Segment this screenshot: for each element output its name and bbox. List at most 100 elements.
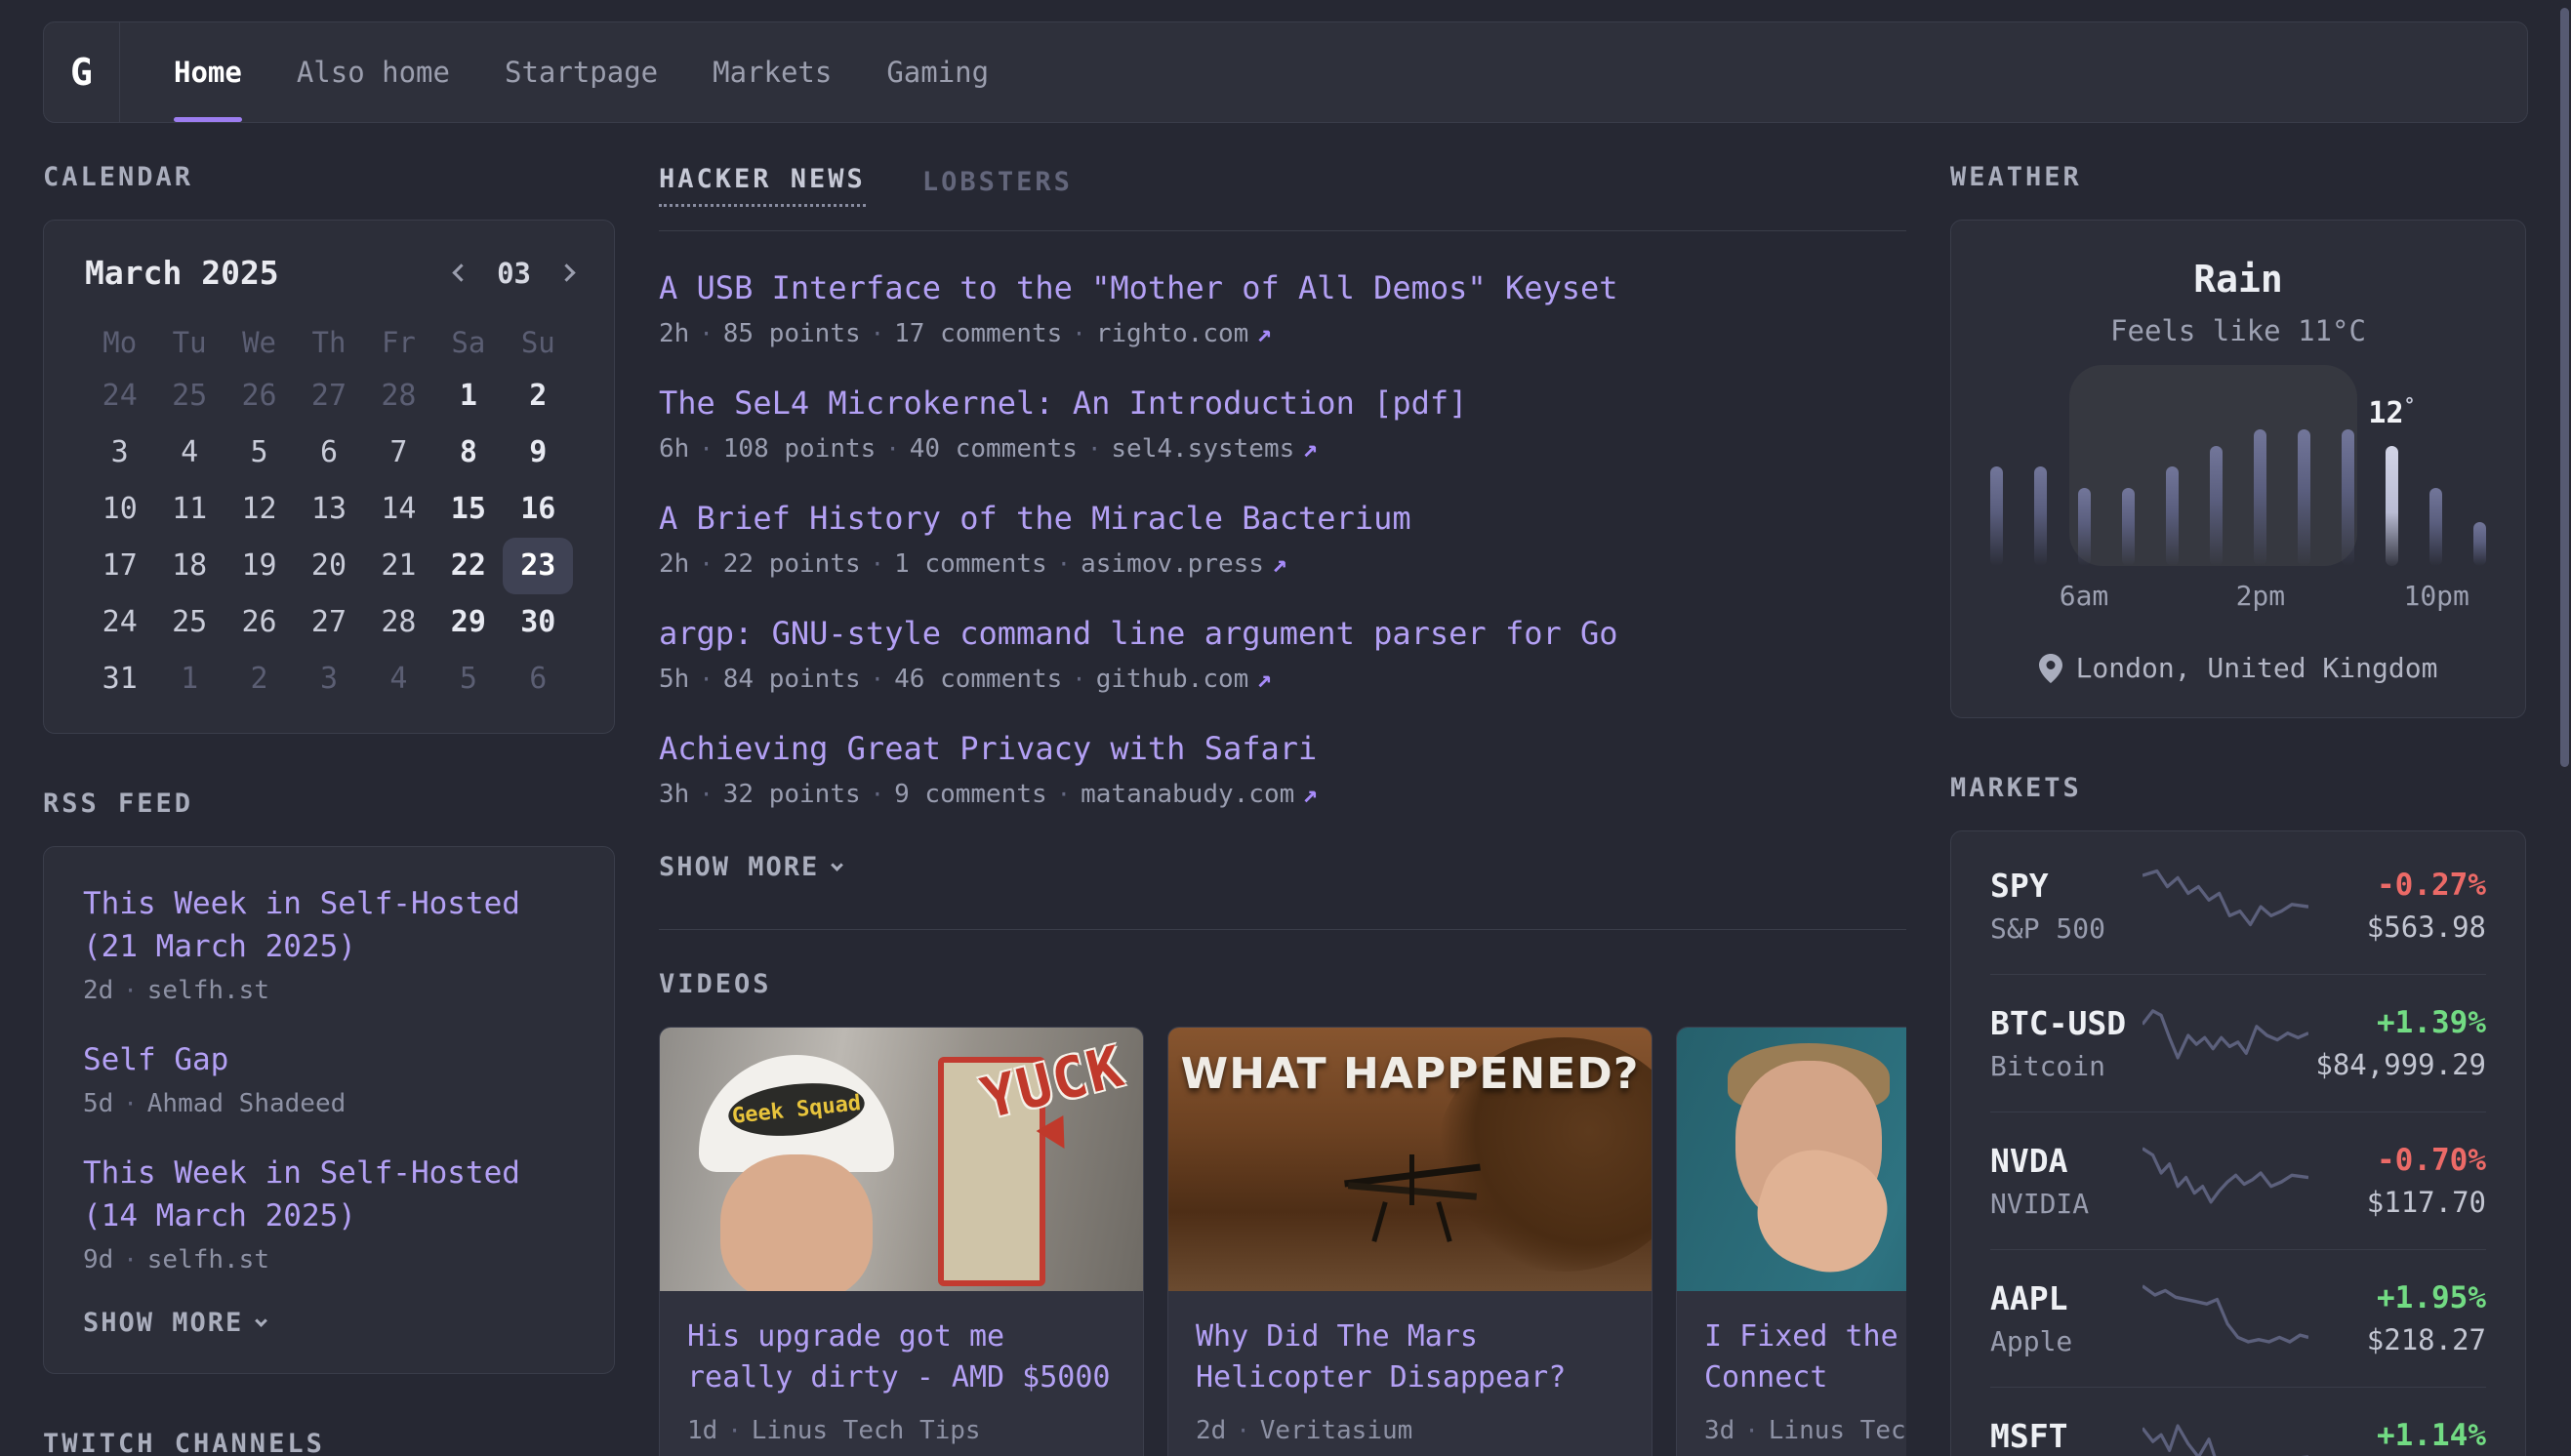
calendar-day: 6 (504, 651, 573, 708)
nav-tab-startpage[interactable]: Startpage (505, 22, 658, 122)
external-link-icon[interactable]: ↗ (1294, 434, 1318, 464)
news-show-more-button[interactable]: SHOW MORE (659, 852, 841, 882)
news-item: argp: GNU-style command line argument pa… (659, 612, 1906, 694)
comments-link[interactable]: 17 comments (894, 319, 1062, 348)
news-list: A USB Interface to the "Mother of All De… (659, 231, 1906, 882)
time-label: 2pm (2236, 580, 2286, 612)
rss-widget: RSS FEED This Week in Self-Hosted (21 Ma… (43, 789, 615, 1374)
rss-item-meta: 5d·Ahmad Shadeed (83, 1089, 575, 1118)
calendar-day: 15 (433, 481, 503, 538)
external-link-icon[interactable]: ↗ (1294, 780, 1318, 809)
rss-show-more-button[interactable]: SHOW MORE (83, 1308, 265, 1338)
channel-link[interactable]: Linus Tech Tips (1769, 1416, 1906, 1445)
calendar-day: 26 (224, 594, 294, 651)
tab-lobsters[interactable]: LOBSTERS (922, 167, 1073, 207)
market-row[interactable]: NVDANVIDIA -0.70%$117.70 (1990, 1112, 2486, 1250)
calendar-day: 30 (504, 594, 573, 651)
video-meta: 3d·Linus Tech Tips (1704, 1416, 1906, 1445)
separator-dot: · (1734, 1417, 1768, 1444)
market-symbol: MSFT (1990, 1417, 2142, 1455)
domain-link[interactable]: asimov.press (1081, 549, 1264, 579)
calendar-day: 24 (85, 368, 154, 425)
calendar-prev-icon[interactable] (452, 263, 469, 281)
calendar-day: 29 (433, 594, 503, 651)
calendar-day: 16 (504, 481, 573, 538)
market-price: $563.98 (2308, 910, 2486, 944)
comments-link[interactable]: 9 comments (894, 780, 1047, 809)
news-item-link[interactable]: Achieving Great Privacy with Safari (659, 727, 1906, 770)
external-link-icon[interactable]: ↗ (1248, 665, 1272, 694)
rss-item: Self Gap 5d·Ahmad Shadeed (83, 1038, 575, 1118)
divider (659, 929, 1906, 930)
calendar-next-icon[interactable] (557, 263, 575, 281)
calendar-day: 6 (294, 425, 363, 481)
separator-dot: · (861, 781, 894, 808)
separator-dot: · (689, 320, 722, 347)
domain-link[interactable]: github.com (1096, 665, 1249, 694)
weekday-label: Su (504, 317, 573, 368)
tab-hacker-news[interactable]: HACKER NEWS (659, 164, 866, 207)
market-name: Apple (1990, 1325, 2142, 1357)
domain-link[interactable]: righto.com (1096, 319, 1249, 348)
calendar-day: 3 (85, 425, 154, 481)
nav-tab-also-home[interactable]: Also home (297, 22, 450, 122)
comments-link[interactable]: 46 comments (894, 665, 1062, 694)
market-row[interactable]: MSFTMicrosoft +1.14%$391.26 (1990, 1388, 2486, 1456)
video-title-link[interactable]: His upgrade got me really dirty - AMD $5… (687, 1316, 1116, 1398)
external-link-icon[interactable]: ↗ (1248, 319, 1272, 348)
separator-dot: · (876, 435, 909, 463)
video-card[interactable]: Geek Squad YUCK His upgrade got me reall… (659, 1027, 1144, 1456)
separator-dot: · (1078, 435, 1111, 463)
rss-item-link[interactable]: Self Gap (83, 1038, 575, 1081)
news-item-meta: 6h·108 points·40 comments·sel4.systems↗ (659, 434, 1906, 464)
news-item-link[interactable]: A USB Interface to the "Mother of All De… (659, 266, 1906, 309)
domain-link[interactable]: matanabudy.com (1081, 780, 1294, 809)
separator-dot: · (861, 550, 894, 578)
video-title-link[interactable]: Why Did The Mars Helicopter Disappear? (1196, 1316, 1624, 1398)
rss-item-link[interactable]: This Week in Self-Hosted (21 March 2025) (83, 882, 575, 968)
nav-tab-home[interactable]: Home (174, 22, 242, 122)
calendar-day: 26 (224, 368, 294, 425)
domain-link[interactable]: sel4.systems (1111, 434, 1294, 464)
market-name: Bitcoin (1990, 1050, 2142, 1082)
page-scrollbar-thumb[interactable] (2560, 8, 2569, 767)
calendar-widget: CALENDAR March 2025 03 Mo Tu We (43, 162, 615, 734)
weather-bar (2254, 429, 2266, 566)
videos-carousel: Geek Squad YUCK His upgrade got me reall… (659, 1027, 1906, 1456)
weather-time-axis: 6am 2pm 10pm (1990, 580, 2486, 619)
separator-dot: · (113, 977, 146, 1004)
video-thumbnail[interactable] (1677, 1028, 1906, 1291)
calendar-month-number: 03 (497, 257, 531, 290)
channel-link[interactable]: Veritasium (1260, 1416, 1413, 1445)
external-link-icon[interactable]: ↗ (1264, 549, 1287, 579)
market-symbol: SPY (1990, 867, 2142, 905)
market-price: $117.70 (2308, 1186, 2486, 1219)
sparkline-chart (2142, 1279, 2308, 1357)
video-card[interactable]: I Fixed the 5 Power Connect 3d·Linus Tec… (1676, 1027, 1906, 1456)
comments-link[interactable]: 1 comments (894, 549, 1047, 579)
news-item-link[interactable]: argp: GNU-style command line argument pa… (659, 612, 1906, 655)
calendar-day: 17 (85, 538, 154, 594)
channel-link[interactable]: Linus Tech Tips (752, 1416, 981, 1445)
nav-tab-markets[interactable]: Markets (713, 22, 832, 122)
video-thumbnail[interactable]: WHAT HAPPENED? (1168, 1028, 1652, 1291)
nav-tab-gaming[interactable]: Gaming (886, 22, 989, 122)
rss-item-link[interactable]: This Week in Self-Hosted (14 March 2025) (83, 1152, 575, 1237)
market-row[interactable]: SPYS&P 500 -0.27%$563.98 (1990, 837, 2486, 975)
rss-item: This Week in Self-Hosted (14 March 2025)… (83, 1152, 575, 1274)
chevron-down-icon (831, 859, 843, 871)
separator-dot: · (689, 550, 722, 578)
comments-link[interactable]: 40 comments (910, 434, 1078, 464)
market-row[interactable]: BTC-USDBitcoin +1.39%$84,999.29 (1990, 975, 2486, 1112)
top-navigation-bar: G Home Also home Startpage Markets Gamin… (43, 21, 2528, 123)
thumbnail-overlay-text: YUCK (975, 1032, 1131, 1132)
separator-dot: · (113, 1090, 146, 1117)
video-title-link[interactable]: I Fixed the 5 Power Connect (1704, 1316, 1906, 1398)
weather-widget: WEATHER Rain Feels like 11°C 12° 6am 2pm… (1950, 162, 2526, 718)
video-thumbnail[interactable]: Geek Squad YUCK (660, 1028, 1143, 1291)
news-item-link[interactable]: A Brief History of the Miracle Bacterium (659, 497, 1906, 540)
calendar-day: 28 (364, 368, 433, 425)
market-row[interactable]: AAPLApple +1.95%$218.27 (1990, 1250, 2486, 1388)
video-card[interactable]: WHAT HAPPENED? Why Did The Mars Helicopt… (1167, 1027, 1653, 1456)
news-item-link[interactable]: The SeL4 Microkernel: An Introduction [p… (659, 382, 1906, 425)
